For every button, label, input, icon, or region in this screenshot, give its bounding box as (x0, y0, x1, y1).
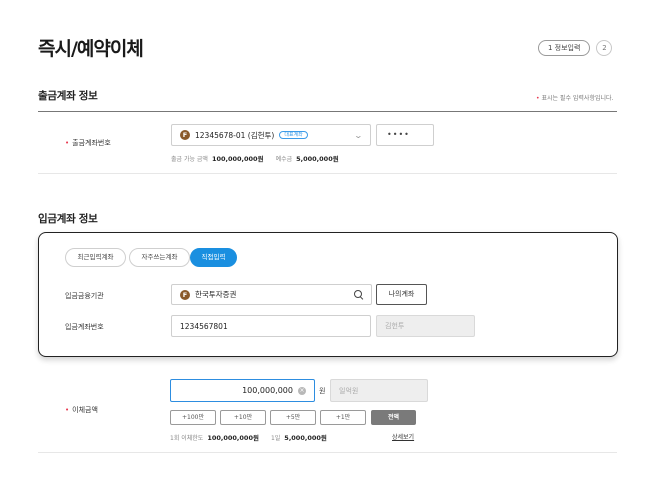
details-link[interactable]: 상세보기 (392, 432, 414, 441)
available-label: 출금 가능 금액 (171, 156, 208, 163)
account-holder-field: 김헌투 (376, 315, 475, 337)
tab-recent-accounts[interactable]: 최근입력계좌 (65, 248, 126, 267)
currency-unit: 원 (319, 387, 326, 395)
tab-direct-input[interactable]: 직접입력 (190, 248, 237, 267)
add-10k-button[interactable]: +1만 (320, 410, 366, 425)
withdraw-row-divider (38, 173, 617, 174)
add-50k-button[interactable]: +5만 (270, 410, 316, 425)
add-1m-button[interactable]: +100만 (170, 410, 216, 425)
deposit-account-input[interactable]: 1234567801 (171, 315, 371, 337)
full-amount-button[interactable]: 전액 (371, 410, 416, 425)
amount-label-text: 이체금액 (72, 406, 98, 414)
withdraw-balance-info: 출금 가능 금액 100,000,000원 예수금 5,000,000원 (171, 153, 339, 163)
amount-korean-field: 일억원 (330, 379, 428, 402)
step-next[interactable]: 2 (596, 40, 613, 56)
limit-once-value: 100,000,000원 (207, 434, 259, 442)
step-current: 1 정보입력 (538, 40, 591, 56)
limit-once-label: 1회 이체한도 (170, 435, 204, 442)
clear-icon[interactable]: × (298, 386, 306, 395)
brand-f-icon: F (180, 289, 190, 300)
amount-label: • 이체금액 (65, 406, 98, 414)
required-note-text: 표시는 필수 입력사항입니다. (541, 95, 614, 102)
withdraw-account-label-text: 출금계좌번호 (72, 139, 111, 147)
withdraw-divider (38, 111, 617, 112)
step-indicator: 1 정보입력 2 (538, 40, 613, 56)
limit-day-value: 5,000,000원 (284, 434, 327, 442)
withdraw-account-select[interactable]: F 12345678-01 (김헌투) 대표계좌 ⌄ (171, 124, 371, 146)
my-accounts-button[interactable]: 나의계좌 (376, 284, 427, 305)
search-icon[interactable] (354, 290, 363, 299)
tab-frequent-accounts[interactable]: 자주쓰는계좌 (129, 248, 190, 267)
required-note: • 표시는 필수 입력사항입니다. (536, 95, 614, 102)
amount-value: 100,000,000 (242, 386, 293, 395)
deposit-balance-value: 5,000,000원 (296, 155, 339, 163)
representative-badge: 대표계좌 (279, 131, 308, 139)
bank-label: 입금금융기관 (65, 292, 104, 300)
available-value: 100,000,000원 (211, 155, 264, 163)
withdraw-account-label: • 출금계좌번호 (65, 139, 111, 147)
deposit-account-label: 입금계좌번호 (65, 323, 104, 331)
password-field[interactable]: •••• (376, 124, 434, 146)
add-100k-button[interactable]: +10만 (220, 410, 266, 425)
deposit-balance-label: 예수금 (275, 156, 293, 163)
transfer-row-divider (38, 452, 617, 453)
brand-f-icon: F (180, 130, 190, 140)
deposit-card: 최근입력계좌 자주쓰는계좌 직접입력 입금금융기관 F 한국투자증권 나의계좌 … (38, 232, 618, 357)
chevron-down-icon: ⌄ (353, 130, 364, 140)
bank-value: 한국투자증권 (195, 290, 237, 299)
limit-day-label: 1일 (270, 435, 281, 442)
bank-search-field[interactable]: F 한국투자증권 (171, 284, 372, 305)
withdraw-account-value: 12345678-01 (김헌투) (195, 130, 275, 140)
transfer-limit-info: 1회 이체한도 100,000,000원 1일 5,000,000원 (170, 432, 327, 442)
page-title: 즉시/예약이체 (38, 38, 144, 60)
deposit-section-title: 입금계좌 정보 (38, 213, 98, 225)
withdraw-section-title: 출금계좌 정보 (38, 90, 98, 102)
amount-input[interactable]: 100,000,000 × (170, 379, 315, 402)
